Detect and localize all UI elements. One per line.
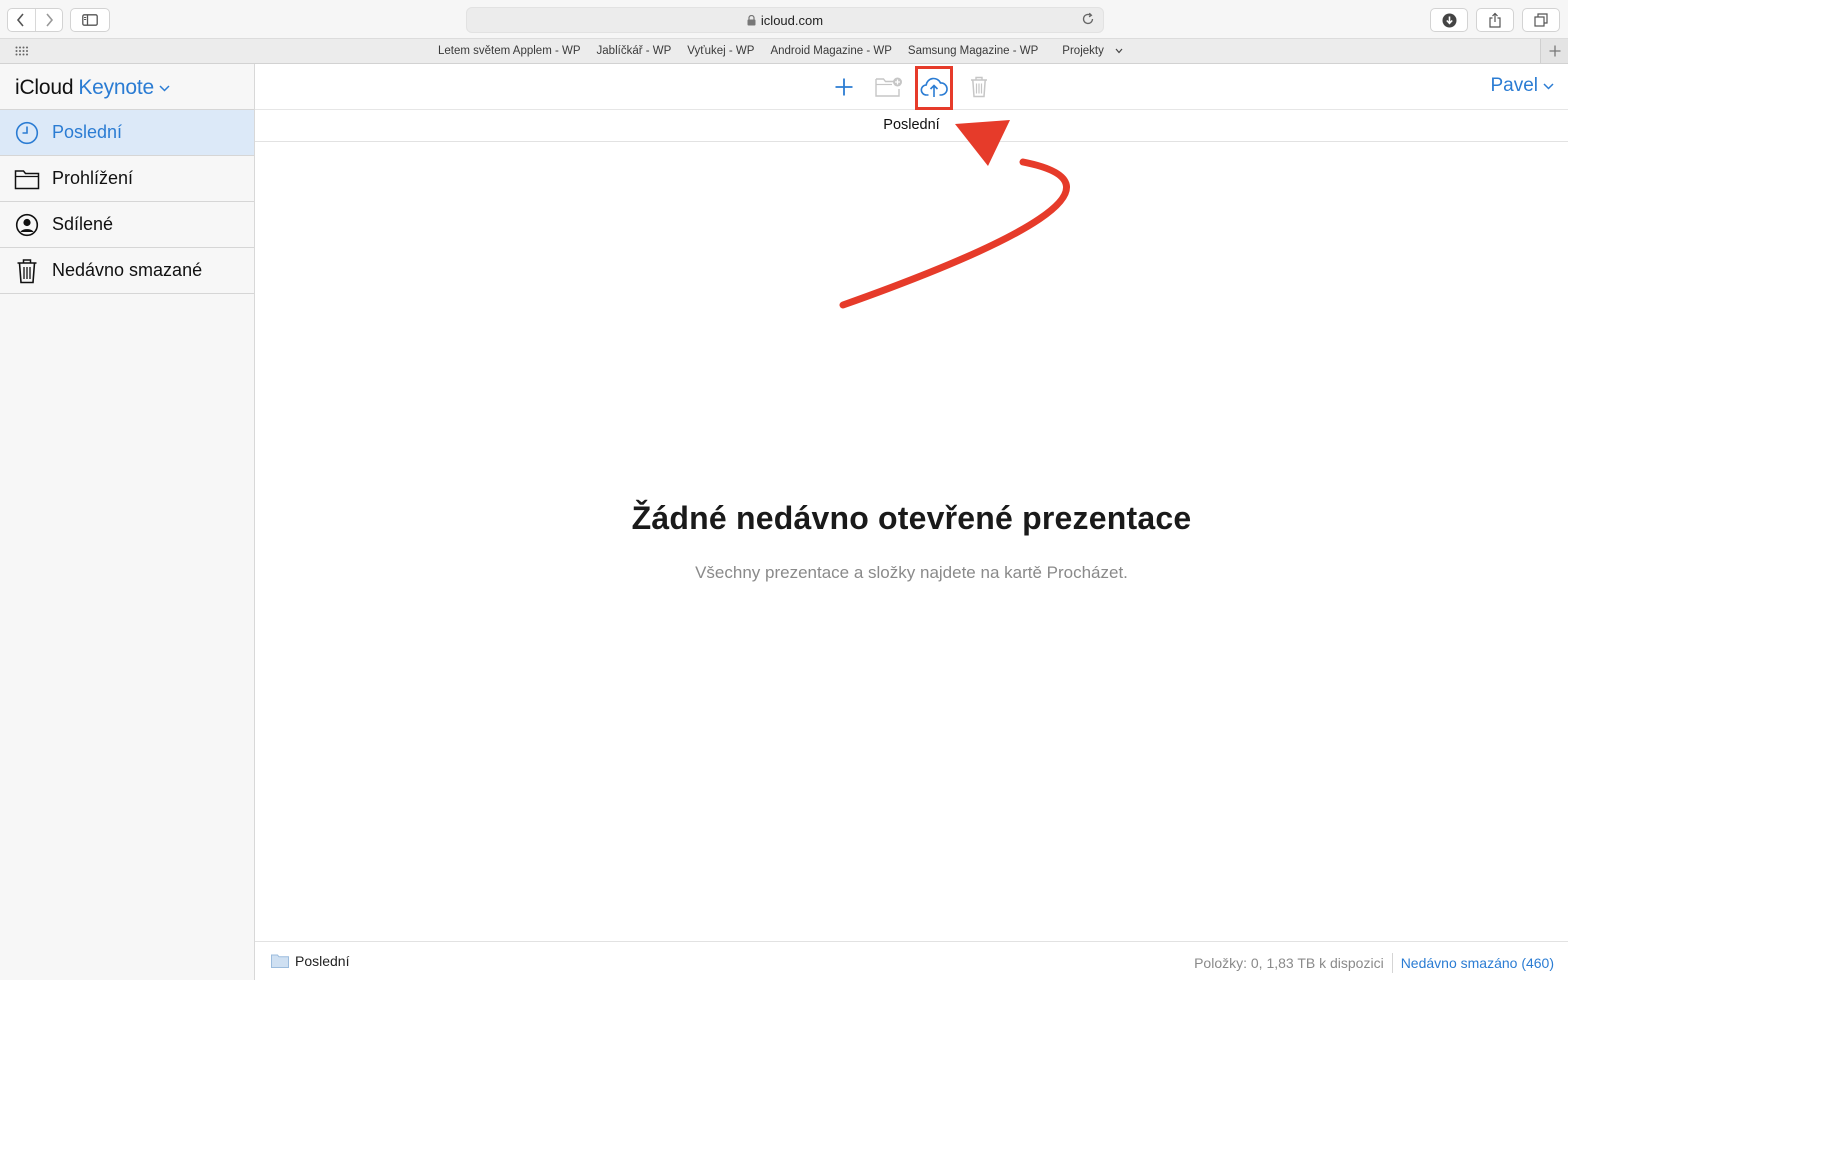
empty-state-title: Žádné nedávno otevřené prezentace	[631, 500, 1192, 536]
trash-icon	[971, 76, 987, 98]
chevron-right-icon	[46, 13, 53, 27]
forward-button[interactable]	[34, 9, 63, 31]
new-tab-button[interactable]	[1540, 39, 1568, 63]
new-folder-icon	[875, 77, 902, 97]
status-info: Položky: 0, 1,83 TB k dispozici Nedávno …	[1194, 953, 1554, 973]
grid-icon[interactable]	[15, 45, 31, 63]
sidebar: iCloud Keynote Poslední Prohlížení Sdíle…	[0, 64, 255, 980]
address-text: icloud.com	[760, 12, 824, 28]
sidebar-list: Poslední Prohlížení Sdílené Nedávno smaz…	[0, 109, 254, 294]
folder-icon	[271, 954, 289, 968]
favorites-list: Letem světem Applem - WP Jablíčkář - WP …	[430, 39, 1131, 63]
reload-icon[interactable]	[1081, 12, 1095, 29]
sidebar-item-label: Prohlížení	[52, 168, 134, 188]
delete-button[interactable]	[961, 71, 997, 103]
document-toolbar: Pavel	[255, 64, 1568, 110]
sidebar-toggle-button[interactable]	[70, 8, 110, 32]
sidebar-item-label: Nedávno smazané	[52, 260, 203, 280]
status-bar: Poslední Položky: 0, 1,83 TB k dispozici…	[255, 941, 1568, 980]
address-bar[interactable]: icloud.com	[466, 7, 1104, 33]
download-icon	[1442, 13, 1456, 27]
empty-state-subtitle: Všechny prezentace a složky najdete na k…	[695, 563, 1128, 582]
plus-icon	[1549, 45, 1560, 57]
new-presentation-button[interactable]	[826, 71, 862, 103]
folder-icon	[14, 166, 40, 192]
main-content: Pavel Poslední Žádné nedávno otevřené pr…	[255, 64, 1568, 980]
share-icon	[1489, 12, 1501, 28]
current-location: Poslední	[271, 953, 349, 969]
sidebar-icon	[82, 14, 98, 26]
user-name: Pavel	[1490, 75, 1538, 96]
favorite-folder-label: Projekty	[1062, 45, 1104, 57]
upload-cloud-icon	[920, 77, 948, 97]
app-switcher[interactable]: iCloud Keynote	[15, 74, 170, 102]
sidebar-item-nedavno-smazane[interactable]: Nedávno smazané	[0, 247, 254, 294]
sidebar-item-label: Sdílené	[52, 214, 114, 234]
back-button[interactable]	[8, 9, 35, 31]
recently-deleted-link[interactable]: Nedávno smazáno (460)	[1401, 955, 1554, 971]
chevron-down-icon	[1543, 82, 1554, 90]
browser-toolbar: icloud.com	[0, 0, 1568, 38]
share-button[interactable]	[1476, 8, 1514, 32]
navigation-buttons	[7, 8, 63, 32]
favorites-bar: Letem světem Applem - WP Jablíčkář - WP …	[0, 38, 1568, 64]
trash-icon	[14, 258, 40, 284]
sidebar-item-sdilene[interactable]: Sdílené	[0, 201, 254, 247]
upload-button[interactable]	[916, 71, 952, 103]
brand-app-name: Keynote	[78, 76, 155, 99]
sidebar-item-label: Poslední	[52, 122, 123, 142]
items-info: Položky: 0, 1,83 TB k dispozici	[1194, 955, 1384, 971]
chevron-left-icon	[17, 13, 24, 27]
favorite-item[interactable]: Vyťukej - WP	[687, 45, 754, 57]
user-menu[interactable]: Pavel	[1490, 75, 1554, 97]
chevron-down-icon	[159, 84, 170, 92]
divider	[1391, 953, 1393, 973]
favorite-folder-projekty[interactable]: Projekty	[1054, 45, 1123, 57]
plus-icon	[835, 78, 853, 96]
favorite-item[interactable]: Android Magazine - WP	[770, 45, 891, 57]
person-circle-icon	[14, 212, 40, 238]
favorite-item[interactable]: Jablíčkář - WP	[597, 45, 672, 57]
favorite-item[interactable]: Letem světem Applem - WP	[438, 45, 581, 57]
tabs-icon	[1534, 13, 1548, 27]
new-folder-button[interactable]	[871, 71, 907, 103]
section-title: Poslední	[255, 109, 1568, 142]
lock-icon	[747, 14, 756, 26]
current-location-label: Poslední	[295, 953, 350, 969]
chevron-down-icon	[1115, 48, 1123, 54]
favorite-item[interactable]: Samsung Magazine - WP	[908, 45, 1038, 57]
sidebar-item-posledni[interactable]: Poslední	[0, 109, 254, 155]
brand-prefix: iCloud	[15, 76, 74, 99]
sidebar-item-prohlizeni[interactable]: Prohlížení	[0, 155, 254, 201]
downloads-button[interactable]	[1430, 8, 1468, 32]
clock-icon	[14, 120, 40, 146]
tabs-overview-button[interactable]	[1522, 8, 1560, 32]
